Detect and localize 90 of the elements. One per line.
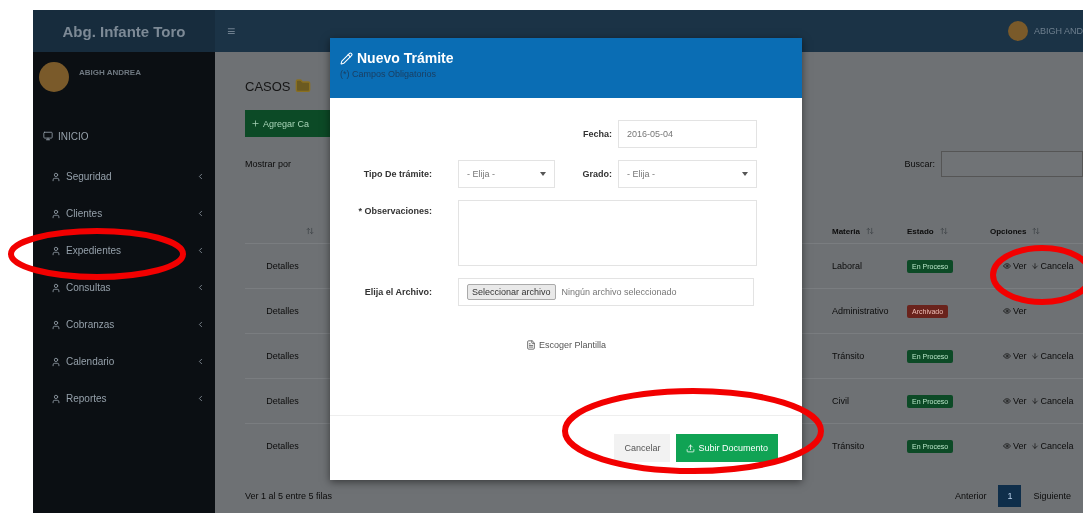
view-link[interactable]: Ver	[1003, 351, 1027, 361]
details-link[interactable]: Detalles	[266, 396, 299, 406]
sidebar-item[interactable]: Seguridad	[33, 158, 215, 195]
textarea-field[interactable]	[458, 200, 757, 266]
page-button[interactable]: Siguiente	[1029, 491, 1075, 501]
template-link[interactable]: Escoger Plantilla	[525, 340, 606, 350]
field-label: Fecha:	[583, 129, 613, 139]
sort-icon[interactable]	[939, 227, 948, 235]
file-field[interactable]: Seleccionar archivo Ningún archivo seleccionado	[458, 278, 754, 306]
folder-icon	[294, 78, 311, 94]
user-icon	[51, 171, 61, 182]
caret-icon	[742, 172, 748, 176]
field-label: Elija el Archivo:	[364, 287, 433, 297]
arrow-down-icon	[1030, 262, 1039, 270]
file-status: Ningún archivo seleccionado	[561, 287, 677, 297]
sidebar-item[interactable]: INICIO	[33, 114, 215, 158]
column-header[interactable]: Estado	[907, 226, 934, 236]
cancel-link[interactable]: Cancela	[1030, 396, 1074, 406]
view-link[interactable]: Ver	[1003, 261, 1027, 271]
upload-button[interactable]: Subir Documento	[676, 434, 778, 462]
page-title: CASOS	[245, 78, 291, 94]
pencil-icon	[340, 51, 353, 65]
date-field[interactable]: 2016-05-04	[618, 120, 757, 148]
sort-icon[interactable]	[866, 227, 874, 235]
search-label: Buscar:	[904, 159, 935, 169]
view-link[interactable]: Ver	[1003, 441, 1027, 451]
table-cell: Laboral	[832, 261, 863, 271]
modal-subtitle: (*) Campos Obligatorios	[340, 69, 438, 79]
details-link[interactable]: Detalles	[266, 351, 299, 361]
sidebar-item[interactable]: Calendario	[33, 343, 215, 380]
show-label: Mostrar por	[245, 159, 291, 169]
eye-icon	[1003, 307, 1011, 315]
search-field[interactable]	[941, 151, 1083, 177]
view-link[interactable]: Ver	[1003, 396, 1027, 406]
field-label: Tipo De trámite:	[363, 169, 433, 179]
user-icon	[51, 393, 61, 404]
field-label: * Observaciones:	[358, 206, 433, 216]
add-button[interactable]: Agregar Ca	[245, 110, 330, 137]
details-link[interactable]: Detalles	[266, 441, 299, 451]
column-header[interactable]: Materia	[832, 226, 860, 236]
page-button[interactable]: Anterior	[950, 491, 991, 501]
user-icon	[51, 282, 61, 293]
avatar[interactable]	[1008, 21, 1028, 41]
table-cell: Tránsito	[832, 351, 865, 361]
arrow-down-icon	[1030, 442, 1039, 450]
arrow-down-icon	[1030, 352, 1039, 360]
modal-title: Nuevo Trámite	[357, 50, 454, 66]
table-cell: Tránsito	[832, 441, 865, 451]
eye-icon	[1003, 397, 1011, 405]
table-cell: Administrativo	[832, 306, 889, 316]
caret-icon	[540, 172, 546, 176]
sidebar-item[interactable]: Expedientes	[33, 232, 215, 269]
select-field[interactable]: - Elija -	[458, 160, 555, 188]
user-icon	[51, 208, 61, 219]
details-link[interactable]: Detalles	[266, 306, 299, 316]
user-icon	[51, 245, 61, 256]
arrow-down-icon	[1030, 397, 1039, 405]
page-button[interactable]: 1	[998, 485, 1022, 507]
plus-icon	[251, 119, 260, 128]
sidebar-item[interactable]: Clientes	[33, 195, 215, 232]
eye-icon	[1003, 442, 1011, 450]
cancel-link[interactable]: Cancela	[1030, 441, 1074, 451]
field-label: Grado:	[582, 169, 613, 179]
sidebar-item[interactable]: Consultas	[33, 269, 215, 306]
sort-icon[interactable]	[306, 227, 314, 235]
table-cell: Civil	[832, 396, 849, 406]
eye-icon	[1003, 352, 1011, 360]
upload-icon	[686, 443, 696, 453]
sidebar-item[interactable]: Reportes	[33, 380, 215, 417]
brand-title: Abg. Infante Toro	[33, 10, 215, 52]
cancel-link[interactable]: Cancela	[1030, 261, 1074, 271]
view-link[interactable]: Ver	[1003, 306, 1027, 316]
table-info: Ver 1 al 5 entre 5 filas	[245, 491, 333, 501]
select-field[interactable]: - Elija -	[618, 160, 757, 188]
document-icon	[525, 340, 536, 350]
user-icon	[51, 319, 61, 330]
eye-icon	[1003, 262, 1011, 270]
sort-icon[interactable]	[1032, 227, 1041, 235]
user-name[interactable]: ABIGH AND	[1034, 26, 1083, 36]
column-header[interactable]: Opciones	[990, 226, 1027, 236]
avatar	[39, 62, 69, 92]
cancel-button[interactable]: Cancelar	[614, 434, 671, 462]
user-name: ABIGH ANDREA	[79, 68, 141, 77]
sidebar-item[interactable]: Cobranzas	[33, 306, 215, 343]
monitor-icon	[43, 131, 53, 141]
details-link[interactable]: Detalles	[266, 261, 299, 271]
menu-toggle[interactable]: ≡	[227, 23, 236, 39]
choose-file-button[interactable]: Seleccionar archivo	[467, 284, 556, 300]
user-icon	[51, 356, 61, 367]
cancel-link[interactable]: Cancela	[1030, 351, 1074, 361]
